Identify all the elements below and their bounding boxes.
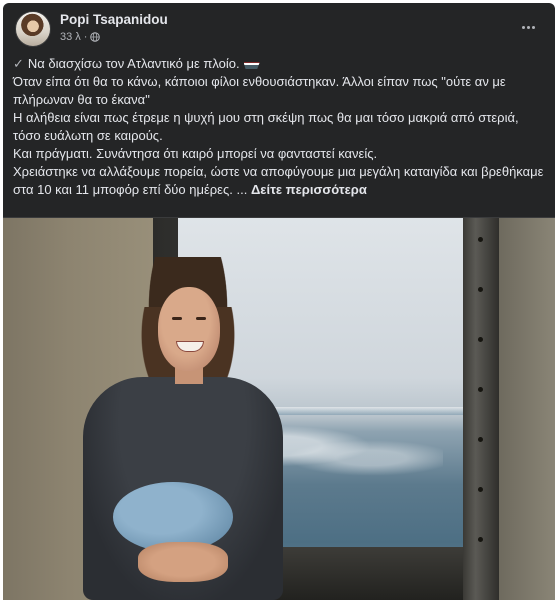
more-options-icon[interactable] [515, 14, 541, 40]
ship-icon [243, 62, 260, 69]
author-name[interactable]: Popi Tsapanidou [60, 12, 168, 27]
ellipsis: ... [236, 182, 248, 197]
globe-icon[interactable] [90, 32, 101, 42]
post-header: Popi Tsapanidou 33 λ · [3, 3, 555, 53]
checkmark-icon: ✓ [13, 56, 24, 71]
post-line-4: Και πράγματι. Συνάντησα ότι καιρό μπορεί… [13, 146, 378, 161]
post-text: ✓ Να διασχίσω τον Ατλαντικό με πλοίο. Ότα… [13, 55, 547, 199]
post-line-5: Χρειάστηκε να αλλάξουμε πορεία, ώστε να … [13, 164, 544, 197]
post-photo[interactable] [3, 217, 555, 600]
post-line-1: ✓ Να διασχίσω τον Ατλαντικό με πλοίο. [13, 55, 547, 73]
meta-separator: · [83, 31, 88, 43]
see-more-link[interactable]: Δείτε περισσότερα [251, 182, 367, 197]
post-line-3: Η αλήθεια είναι πως έτρεμε η ψυχή μου στ… [13, 110, 519, 143]
post-meta: 33 λ · [60, 31, 101, 43]
facebook-post: Popi Tsapanidou 33 λ · ✓ Να διασχίσω τον … [3, 3, 555, 600]
post-time[interactable]: 33 λ [60, 31, 81, 43]
author-avatar[interactable] [15, 11, 51, 47]
post-line-2: Όταν είπα ότι θα το κάνω, κάποιοι φίλοι … [13, 74, 506, 107]
